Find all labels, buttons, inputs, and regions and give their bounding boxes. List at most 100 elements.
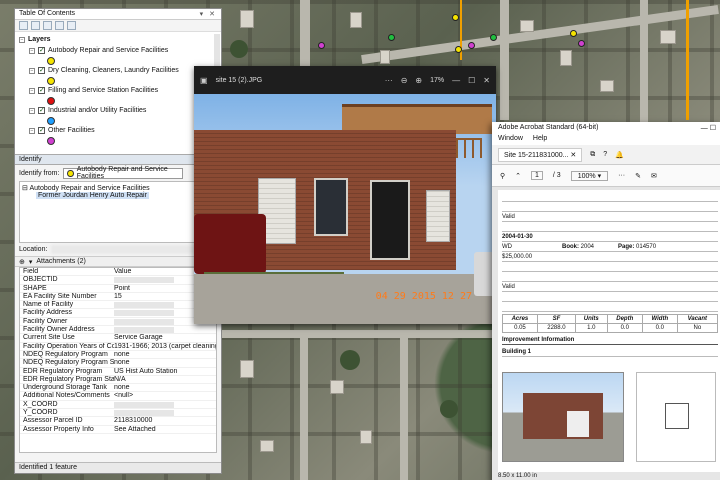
email-icon[interactable]: ✉ bbox=[651, 172, 657, 180]
list-by-visibility-icon[interactable] bbox=[43, 21, 52, 30]
attribute-row[interactable]: NDEQ Regulatory Program Statusnone bbox=[20, 359, 216, 368]
attribute-row[interactable]: EDR Regulatory Program StatusN/A bbox=[20, 376, 216, 385]
table-header: Vacant bbox=[676, 314, 719, 324]
list-by-source-icon[interactable] bbox=[31, 21, 40, 30]
more-options-button[interactable]: ··· bbox=[385, 76, 393, 85]
zoom-in-icon[interactable]: ⊕ bbox=[415, 76, 422, 85]
acrobat-title-bar: Adobe Acrobat Standard (64-bit) — ☐ bbox=[492, 122, 720, 134]
attribute-value bbox=[114, 410, 174, 417]
attribute-row[interactable]: OBJECTID bbox=[20, 276, 216, 285]
attachments-row[interactable]: ⊕ ▾ Attachments (2) bbox=[15, 256, 221, 267]
photo-timestamp: 04 29 2015 12 27 bbox=[375, 291, 472, 302]
collapse-icon[interactable]: − bbox=[29, 127, 35, 134]
facility-marker[interactable] bbox=[490, 34, 497, 41]
collapse-icon[interactable]: − bbox=[29, 107, 35, 114]
layer-row[interactable]: − Filling and Service Station Facilities bbox=[19, 85, 217, 96]
attribute-row[interactable]: Current Site Use Service Garage bbox=[20, 334, 216, 343]
facility-marker[interactable] bbox=[455, 46, 462, 53]
close-icon[interactable]: ✕ bbox=[483, 76, 490, 85]
layer-checkbox[interactable] bbox=[38, 46, 45, 54]
attribute-value bbox=[114, 302, 174, 309]
book-label: Book: bbox=[562, 244, 579, 250]
minimize-icon[interactable]: — bbox=[452, 76, 460, 85]
list-by-selection-icon[interactable] bbox=[55, 21, 64, 30]
facility-marker[interactable] bbox=[468, 42, 475, 49]
attribute-row[interactable]: Facility Owner Address bbox=[20, 326, 216, 335]
identify-from-select[interactable]: Autobody Repair and Service Facilities bbox=[63, 166, 184, 180]
maximize-icon[interactable]: ☐ bbox=[468, 76, 475, 85]
notifications-icon[interactable]: 🔔 bbox=[615, 151, 624, 159]
layer-checkbox[interactable] bbox=[38, 66, 45, 74]
layer-checkbox[interactable] bbox=[38, 86, 45, 94]
attribute-value bbox=[114, 401, 174, 408]
attribute-row[interactable]: Assessor Parcel ID 2118310000 bbox=[20, 417, 216, 426]
building-sketch bbox=[636, 372, 716, 462]
prev-page-icon[interactable]: ⌃ bbox=[515, 172, 521, 180]
options-icon[interactable] bbox=[67, 21, 76, 30]
layer-symbol-icon bbox=[67, 169, 74, 177]
pdf-page: Valid 2004-01-30 WD Book: 2004 Page: 014… bbox=[498, 190, 720, 474]
layer-row[interactable]: − Industrial and/or Utility Facilities bbox=[19, 105, 217, 116]
zoom-out-icon[interactable]: ⊖ bbox=[401, 76, 408, 85]
list-by-drawing-order-icon[interactable] bbox=[19, 21, 28, 30]
attribute-row[interactable]: Underground Storage Tank none bbox=[20, 384, 216, 393]
zoom-select[interactable]: 100% ▾ bbox=[570, 170, 609, 181]
attribute-row[interactable]: Assessor Property Info See Attached bbox=[20, 426, 216, 434]
panel-controls[interactable]: ▾ ✕ bbox=[200, 10, 217, 18]
help-icon[interactable]: ? bbox=[603, 151, 607, 158]
attribute-row[interactable]: Facility Address bbox=[20, 309, 216, 318]
layer-symbol-row bbox=[19, 96, 217, 105]
result-layer-node[interactable]: ⊟ Autobody Repair and Service Facilities bbox=[22, 184, 214, 192]
pdf-amount-row: $25,000.00 bbox=[502, 252, 718, 262]
acrobat-window: Adobe Acrobat Standard (64-bit) — ☐ Wind… bbox=[492, 122, 720, 480]
attribute-row[interactable]: X_COORD bbox=[20, 401, 216, 410]
attribute-row[interactable]: Facility Owner bbox=[20, 318, 216, 327]
result-feature-node[interactable]: Former Jourdan Henry Auto Repair bbox=[22, 192, 214, 199]
attribute-value bbox=[114, 318, 174, 325]
layer-label: Filling and Service Station Facilities bbox=[48, 87, 159, 94]
layer-symbol-row bbox=[19, 116, 217, 125]
layer-checkbox[interactable] bbox=[38, 106, 45, 114]
attribute-row[interactable]: SHAPE Point bbox=[20, 285, 216, 293]
more-tools-icon[interactable]: ··· bbox=[618, 172, 625, 179]
menu-help[interactable]: Help bbox=[533, 135, 547, 144]
building-label: Building 1 bbox=[502, 347, 718, 357]
sign-icon[interactable]: ✎ bbox=[635, 172, 641, 180]
facility-marker[interactable] bbox=[578, 40, 585, 47]
attribute-value bbox=[114, 277, 174, 284]
pdf-row bbox=[502, 222, 718, 232]
layer-row[interactable]: − Autobody Repair and Service Facilities bbox=[19, 45, 217, 56]
attribute-row[interactable]: Facility Operation Years of Concern1931-… bbox=[20, 343, 216, 351]
expand-icon[interactable]: ▾ bbox=[29, 258, 33, 266]
identify-from-label: Identify from: bbox=[19, 169, 60, 177]
attribute-row[interactable]: NDEQ Regulatory Program none bbox=[20, 351, 216, 360]
collapse-icon[interactable]: − bbox=[29, 47, 35, 54]
table-cell: 1.0 bbox=[574, 323, 608, 333]
attribute-row[interactable]: EA Facility Site Number 15 bbox=[20, 293, 216, 302]
collapse-icon[interactable]: − bbox=[19, 36, 25, 43]
collapse-icon[interactable]: − bbox=[29, 67, 35, 74]
window-controls[interactable]: — ☐ bbox=[701, 124, 716, 132]
attribute-row[interactable]: EDR Regulatory Program US Hist Auto Stati… bbox=[20, 368, 216, 376]
collapse-icon[interactable]: − bbox=[29, 87, 35, 94]
facility-marker[interactable] bbox=[318, 42, 325, 49]
attribute-row[interactable]: Name of Facility bbox=[20, 301, 216, 310]
page-number-input[interactable]: 1 bbox=[531, 171, 543, 180]
document-tab[interactable]: Site 15-211831000... ✕ bbox=[498, 147, 583, 162]
menu-window[interactable]: Window bbox=[498, 135, 523, 144]
facility-marker[interactable] bbox=[452, 14, 459, 21]
facility-marker[interactable] bbox=[570, 30, 577, 37]
layer-row[interactable]: − Dry Cleaning, Cleaners, Laundry Facili… bbox=[19, 65, 217, 76]
attribute-row[interactable]: Y_COORD bbox=[20, 409, 216, 418]
layers-root[interactable]: − Layers bbox=[19, 34, 217, 45]
table-cell: 2288.0 bbox=[536, 323, 576, 333]
facility-marker[interactable] bbox=[388, 34, 395, 41]
share-icon[interactable]: ⧉ bbox=[590, 151, 595, 159]
attribute-table: Field Value OBJECTID SHAPE Point EA Facilit… bbox=[19, 267, 217, 453]
layer-row[interactable]: − Other Facilities bbox=[19, 125, 217, 136]
attribute-value: 2118310000 bbox=[114, 417, 153, 425]
layer-checkbox[interactable] bbox=[38, 126, 45, 134]
attribute-row[interactable]: Additional Notes/Comments <null> bbox=[20, 392, 216, 401]
search-icon[interactable]: ⚲ bbox=[500, 172, 505, 180]
attribute-field: Additional Notes/Comments bbox=[23, 392, 110, 400]
